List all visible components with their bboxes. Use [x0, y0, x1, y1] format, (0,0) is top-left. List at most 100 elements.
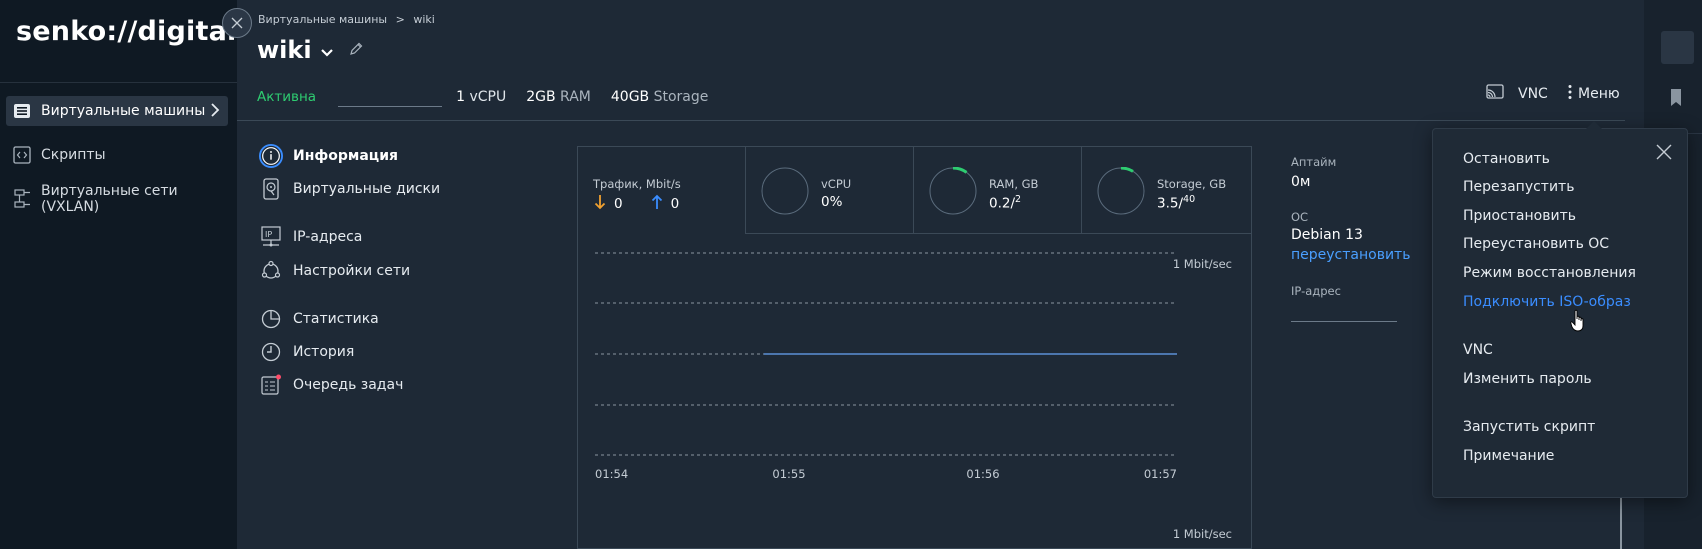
menu-item-pause[interactable]: Приостановить [1463, 208, 1576, 224]
ram-label: RAM, GB [989, 177, 1039, 191]
info-icon [259, 144, 283, 168]
menu-item-note[interactable]: Примечание [1463, 448, 1554, 464]
close-icon[interactable] [1655, 143, 1673, 161]
tab-storage[interactable]: Storage, GB 3.5/40 [1081, 146, 1252, 234]
spec-unit: RAM [560, 88, 591, 105]
storage-total: 40 [1183, 194, 1196, 205]
spec-unit: Storage [653, 88, 709, 105]
storage-used: 3.5 [1157, 195, 1179, 212]
vcpu-label: vCPU [821, 177, 852, 191]
sidebar-item-vxlan[interactable]: Виртуальные сети (VXLAN) [6, 183, 228, 215]
reinstall-link[interactable]: переустановить [1291, 247, 1410, 263]
vnc-button[interactable]: VNC [1486, 84, 1548, 104]
edit-pencil-icon[interactable] [348, 41, 364, 61]
traffic-up-value: 0 [670, 196, 680, 212]
chart-x-tick-label: 01:55 [772, 467, 805, 481]
storage-value: 3.5/40 [1157, 194, 1196, 212]
traffic-label: Трафик, Mbit/s [593, 177, 681, 191]
menu-button[interactable]: Меню [1568, 84, 1620, 104]
section-label: Очередь задач [293, 377, 404, 393]
section-label: Статистика [293, 311, 379, 327]
menu-item-mount-iso[interactable]: Подключить ISO-образ [1463, 294, 1631, 310]
menu-item-reinstall-os[interactable]: Переустановить ОС [1463, 236, 1609, 252]
ip-underline [1291, 321, 1397, 322]
section-network-settings[interactable]: Настройки сети [259, 259, 410, 283]
traffic-values: 0 0 [594, 194, 679, 214]
section-history[interactable]: История [259, 340, 354, 364]
menu-caret [1586, 121, 1602, 129]
section-label: История [293, 344, 355, 360]
menu-item-change-password[interactable]: Изменить пароль [1463, 371, 1592, 387]
ip-label: IP-адрес [1291, 284, 1341, 298]
vm-list-icon [12, 101, 32, 121]
section-ip[interactable]: IP IP-адреса [259, 225, 362, 249]
menu-item-restart[interactable]: Перезапустить [1463, 179, 1574, 195]
cast-icon [1486, 84, 1504, 104]
menu-label: Меню [1578, 86, 1620, 102]
hand-cursor-icon [1570, 309, 1586, 339]
chart-bottom-label: 1 Mbit/sec [1173, 527, 1232, 541]
traffic-down-value: 0 [614, 196, 623, 212]
close-icon [231, 17, 243, 29]
section-label: Настройки сети [293, 263, 411, 279]
spec-vcpu: 1 vCPU [456, 89, 506, 105]
spec-value: 40GB [610, 88, 650, 105]
sidebar-item-virtual-machines[interactable]: Виртуальные машины [6, 96, 228, 126]
section-statistics[interactable]: Статистика [259, 307, 379, 331]
breadcrumb-separator: > [395, 13, 405, 26]
chart-top-label: 1 Mbit/sec [1173, 257, 1232, 271]
section-label: Информация [293, 148, 398, 164]
svg-text:IP: IP [265, 230, 272, 239]
section-label: IP-адреса [293, 229, 363, 245]
sidebar-divider [0, 82, 237, 83]
section-task-queue[interactable]: Очередь задач [259, 373, 403, 397]
close-vm-button[interactable] [222, 8, 252, 38]
vnc-label: VNC [1518, 86, 1548, 102]
network-settings-icon [259, 259, 283, 283]
ram-ring [929, 167, 977, 215]
storage-ring [1097, 167, 1145, 215]
kebab-icon [1568, 84, 1572, 104]
header-divider [237, 120, 1625, 121]
menu-item-recovery-mode[interactable]: Режим восстановления [1463, 265, 1636, 281]
section-info[interactable]: Информация [259, 144, 398, 168]
vcpu-value: 0% [821, 194, 843, 210]
spec-value: 2GB [526, 88, 556, 105]
scrollbar[interactable] [1620, 498, 1622, 549]
spec-unit: vCPU [469, 88, 507, 105]
actions-menu: Остановить Перезапустить Приостановить П… [1432, 121, 1688, 498]
menu-item-vnc[interactable]: VNC [1463, 342, 1493, 358]
pie-chart-icon [259, 307, 283, 331]
tab-vcpu[interactable]: vCPU 0% [745, 146, 914, 234]
menu-item-stop[interactable]: Остановить [1463, 151, 1550, 167]
breadcrumb-current: wiki [413, 13, 435, 26]
sidebar-item-scripts[interactable]: Скрипты [6, 140, 228, 170]
vm-status-row: Активна 1 vCPU 2GB RAM 40GB Storage [257, 86, 708, 107]
status-underline [338, 106, 443, 107]
os-label: ОС [1291, 210, 1309, 224]
disk-icon [259, 177, 283, 201]
traffic-chart: 1 Mbit/sec 1 Mbit/sec 01:54 01:55 01:56 01:… [595, 252, 1232, 541]
uptime-value: 0м [1291, 174, 1311, 190]
sidebar-item-label: Скрипты [41, 147, 106, 163]
uptime-label: Аптайм [1291, 155, 1337, 169]
sidebar: senko://digital Виртуальные машины Скрип… [0, 0, 237, 549]
ip-icon: IP [259, 225, 283, 249]
breadcrumb-link-vms[interactable]: Виртуальные машины [258, 13, 387, 26]
bookmark-icon[interactable] [1668, 88, 1684, 112]
network-icon [12, 189, 32, 209]
vcpu-ring [761, 167, 809, 215]
chart-x-tick-label: 01:56 [966, 467, 999, 481]
arrow-down-icon [594, 194, 606, 214]
tab-ram[interactable]: RAM, GB 0.2/2 [913, 146, 1082, 234]
tab-traffic[interactable]: Трафик, Mbit/s 0 0 [577, 146, 746, 234]
chart-x-tick-label: 01:57 [1144, 467, 1177, 481]
section-disks[interactable]: Виртуальные диски [259, 177, 440, 201]
chevron-down-icon[interactable] [320, 43, 334, 62]
chart-x-tick-label: 01:54 [595, 467, 628, 481]
os-value: Debian 13 [1291, 227, 1363, 243]
section-label: Виртуальные диски [293, 181, 441, 197]
menu-item-run-script[interactable]: Запустить скрипт [1463, 419, 1595, 435]
brand-logo[interactable]: senko://digital [16, 16, 236, 47]
rail-button[interactable] [1661, 31, 1694, 64]
